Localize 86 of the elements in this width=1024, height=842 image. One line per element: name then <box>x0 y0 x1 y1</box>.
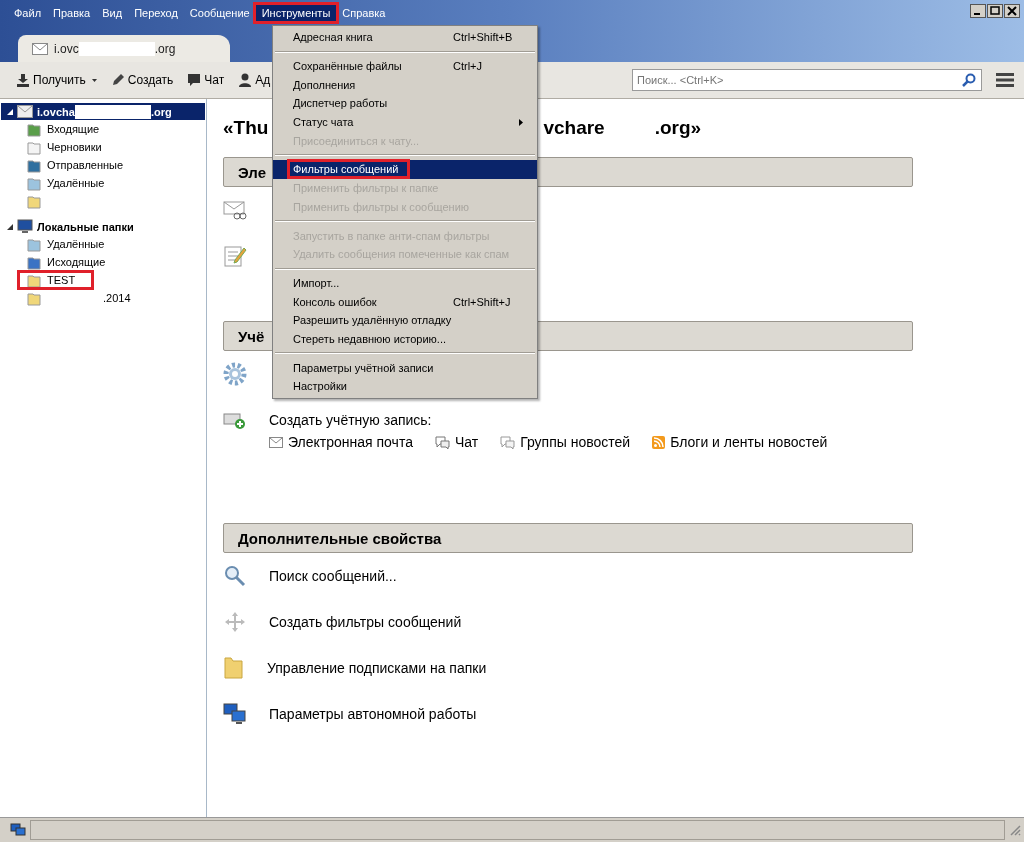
folder-tree-item[interactable]: Удалённые <box>0 174 111 192</box>
notepad-pencil-icon <box>223 244 247 268</box>
page-title: .org» <box>654 117 702 139</box>
menu-item[interactable]: Фильтры сообщений <box>273 160 537 179</box>
account-type-link[interactable]: Электронная почта <box>269 434 413 450</box>
menu-item[interactable]: Настройки <box>273 377 537 396</box>
menu-bar-item[interactable]: Вид <box>96 5 129 21</box>
download-icon <box>16 73 30 87</box>
account-type-link[interactable]: Группы новостей <box>500 434 631 450</box>
search-icon <box>223 564 247 588</box>
resize-grip-icon[interactable] <box>1009 824 1021 836</box>
folder-icon <box>27 236 41 252</box>
menu-bar-item[interactable]: Правка <box>47 5 97 21</box>
menu-bar-item[interactable]: Переход <box>128 5 184 21</box>
menu-icon[interactable] <box>996 73 1014 87</box>
speech-bubble-icon <box>434 435 450 449</box>
person-icon <box>238 73 253 87</box>
folder-icon <box>27 193 41 209</box>
page-title: «Thu <box>223 117 269 139</box>
folder-icon <box>27 290 41 306</box>
envelope-icon <box>17 105 33 118</box>
envelope-icon <box>32 42 48 55</box>
action-link[interactable]: Поиск сообщений... <box>269 568 397 584</box>
folder-tree-item[interactable]: Входящие <box>0 120 106 138</box>
speech-bubble-icon <box>500 435 516 449</box>
folder-icon <box>27 175 41 191</box>
menu-item[interactable]: Диспетчер работы <box>273 94 537 113</box>
add-account-icon <box>223 410 247 430</box>
folder-icon <box>223 656 245 680</box>
folder-icon <box>27 139 41 155</box>
toolbar-button[interactable]: Чат <box>183 70 229 90</box>
action-link[interactable]: Параметры автономной работы <box>269 706 477 722</box>
action-link[interactable]: Управление подписками на папки <box>267 660 487 676</box>
menu-item[interactable]: Стереть недавнюю историю... <box>273 329 537 349</box>
expand-triangle-icon[interactable] <box>7 223 13 230</box>
page-title: vchare <box>543 117 605 139</box>
pencil-icon <box>110 73 125 87</box>
rss-icon <box>652 435 666 449</box>
toolbar-button[interactable]: Создать <box>106 70 178 90</box>
folder-icon <box>27 121 41 137</box>
toolbar-button[interactable]: Получить <box>12 70 90 90</box>
menu-item[interactable]: Параметры учётной записи <box>273 358 537 377</box>
account-tab[interactable]: i.ovc .org <box>18 35 230 62</box>
folder-tree-item[interactable]: i.ovcha .org <box>1 103 205 120</box>
maximize-icon[interactable] <box>987 4 1003 18</box>
envelope-glasses-icon <box>223 200 247 220</box>
envelope-icon <box>269 436 283 448</box>
arrows-icon <box>223 610 247 634</box>
computers-icon <box>10 823 26 837</box>
menu-item[interactable]: Адресная книга Ctrl+Shift+B <box>273 28 537 47</box>
menu-item[interactable]: Дополнения <box>273 75 537 95</box>
close-icon[interactable] <box>1004 4 1020 18</box>
section-header: Дополнительные свойства <box>223 523 913 553</box>
toolbar-button[interactable]: Ад <box>234 70 275 90</box>
folder-tree-item[interactable]: Удалённые <box>0 235 111 253</box>
folder-tree-item[interactable]: TEST <box>18 271 93 289</box>
computer-icon <box>17 219 33 234</box>
caret-icon[interactable] <box>91 78 97 82</box>
folder-tree-item[interactable]: Черновики <box>0 138 108 156</box>
folder-tree-item[interactable]: Отправленные <box>0 156 130 174</box>
menu-bar-item[interactable]: Файл <box>8 5 48 21</box>
computers-icon <box>223 703 247 725</box>
account-type-link[interactable]: Блоги и ленты новостей <box>652 434 828 450</box>
menu-item[interactable]: Импорт... <box>273 273 537 293</box>
menu-item[interactable]: Консоль ошибок Ctrl+Shift+J <box>273 292 537 311</box>
folder-icon <box>27 254 41 270</box>
folder-tree-item[interactable]: Локальные папки <box>1 218 205 235</box>
folder-tree-item[interactable]: Исходящие <box>0 253 112 271</box>
search-icon[interactable] <box>962 73 976 87</box>
expand-triangle-icon[interactable] <box>7 108 13 115</box>
folder-tree-item[interactable]: .2014 <box>0 289 137 307</box>
menu-bar-item[interactable]: Сообщение <box>183 5 256 21</box>
menu-bar-item[interactable]: Справка <box>336 5 392 21</box>
folder-icon <box>27 157 41 173</box>
menu-bar-item[interactable]: Инструменты <box>255 5 337 21</box>
action-link[interactable]: Создать фильтры сообщений <box>269 614 462 630</box>
folder-icon <box>27 272 41 288</box>
gear-icon <box>223 362 247 386</box>
action-link[interactable]: Создать учётную запись: <box>269 412 432 428</box>
submenu-arrow-icon <box>519 118 523 126</box>
speech-bubble-icon <box>187 73 202 87</box>
search-field[interactable]: Поиск... <Ctrl+K> <box>632 69 982 91</box>
account-type-link[interactable]: Чат <box>434 434 479 450</box>
menu-item[interactable]: Статус чата <box>273 112 537 132</box>
menu-item[interactable]: Сохранённые файлы Ctrl+J <box>273 56 537 76</box>
minimize-icon[interactable] <box>970 4 986 18</box>
